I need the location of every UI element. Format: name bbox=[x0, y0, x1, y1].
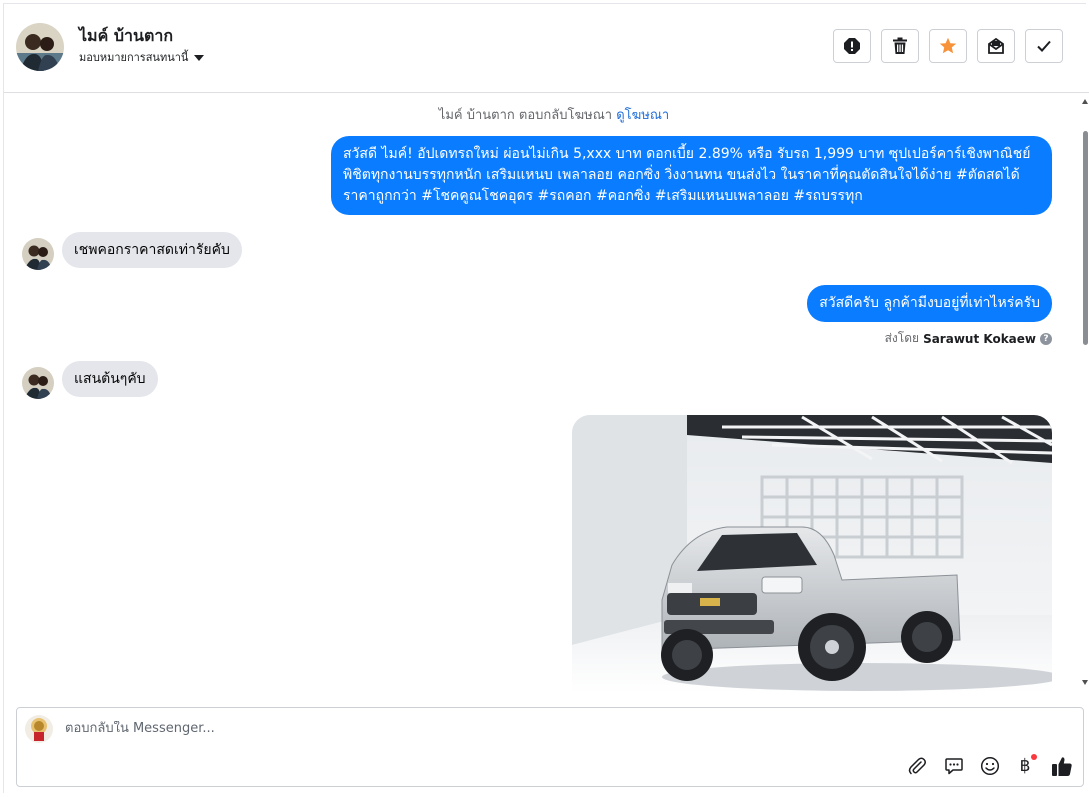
send-like-button[interactable] bbox=[1050, 754, 1074, 778]
delete-button[interactable] bbox=[881, 29, 919, 63]
ad-reply-note-text: ไมค์ บ้านตาก ตอบกลับโฆษณา bbox=[438, 108, 613, 123]
conversation-thread: ไมค์ บ้านตาก ตอบกลับโฆษณา ดูโฆษณา สวัสดี… bbox=[4, 93, 1082, 693]
attach-file-button[interactable] bbox=[905, 754, 929, 778]
ad-reply-note: ไมค์ บ้านตาก ตอบกลับโฆษณา ดูโฆษณา bbox=[4, 104, 1082, 125]
done-check-icon bbox=[1037, 40, 1051, 52]
incoming-message: เชพคอกราคาสดเท่ารัยคับ bbox=[62, 232, 242, 268]
messenger-reply-input[interactable] bbox=[65, 721, 885, 736]
pickup-truck-photo[interactable] bbox=[572, 415, 1052, 693]
saved-reply-icon bbox=[945, 758, 963, 775]
contact-name: ไมค์ บ้านตาก bbox=[79, 26, 174, 45]
incoming-message: แสนต้นๆคับ bbox=[62, 361, 158, 397]
like-thumb-icon bbox=[1052, 757, 1072, 776]
scroll-down-arrow-icon[interactable] bbox=[1082, 680, 1088, 685]
mark-as-spam-button[interactable] bbox=[833, 29, 871, 63]
view-ad-link[interactable]: ดูโฆษณา bbox=[616, 108, 669, 123]
outgoing-message: สวัสดี ไมค์! อัปเดทรถใหม่ ผ่อนไม่เกิน 5,… bbox=[331, 136, 1052, 215]
thread-scrollbar[interactable] bbox=[1082, 93, 1089, 693]
sent-by-prefix: ส่งโดย bbox=[884, 331, 920, 345]
scroll-thumb[interactable] bbox=[1083, 131, 1088, 345]
reply-composer: ฿ bbox=[16, 707, 1084, 787]
conversation-header: ไมค์ บ้านตาก มอบหมายการสนทนานี้ bbox=[4, 4, 1089, 93]
mark-unread-icon bbox=[988, 37, 1004, 54]
customer-avatar bbox=[22, 238, 54, 270]
sender-name: Sarawut Kokaew bbox=[923, 331, 1036, 346]
attachment-icon bbox=[908, 757, 926, 775]
assign-label: มอบหมายการสนทนานี้ bbox=[79, 51, 189, 64]
mark-done-button[interactable] bbox=[1025, 29, 1063, 63]
mark-unread-button[interactable] bbox=[977, 29, 1015, 63]
help-icon[interactable]: ? bbox=[1040, 332, 1052, 345]
saved-replies-button[interactable] bbox=[942, 754, 966, 778]
notification-dot bbox=[1031, 754, 1037, 760]
payment-baht-icon: ฿ bbox=[1019, 756, 1031, 776]
assign-conversation-dropdown[interactable]: มอบหมายการสนทนานี้ bbox=[79, 48, 205, 66]
scroll-up-arrow-icon[interactable] bbox=[1082, 99, 1088, 104]
emoji-icon bbox=[980, 756, 1000, 776]
spam-alert-icon bbox=[844, 38, 860, 54]
star-icon bbox=[939, 37, 957, 54]
payment-button[interactable]: ฿ bbox=[1013, 754, 1037, 778]
customer-avatar bbox=[22, 367, 54, 399]
sent-by-label: ส่งโดย Sarawut Kokaew ? bbox=[885, 329, 1052, 348]
page-avatar bbox=[25, 715, 53, 743]
caret-down-icon bbox=[194, 55, 205, 61]
emoji-button[interactable] bbox=[978, 754, 1002, 778]
outgoing-message: สวัสดีครับ ลูกค้ามีงบอยู่ที่เท่าไหร่ครับ bbox=[807, 285, 1052, 322]
star-button[interactable] bbox=[929, 29, 967, 63]
contact-avatar[interactable] bbox=[16, 23, 64, 71]
trash-icon bbox=[893, 37, 907, 54]
